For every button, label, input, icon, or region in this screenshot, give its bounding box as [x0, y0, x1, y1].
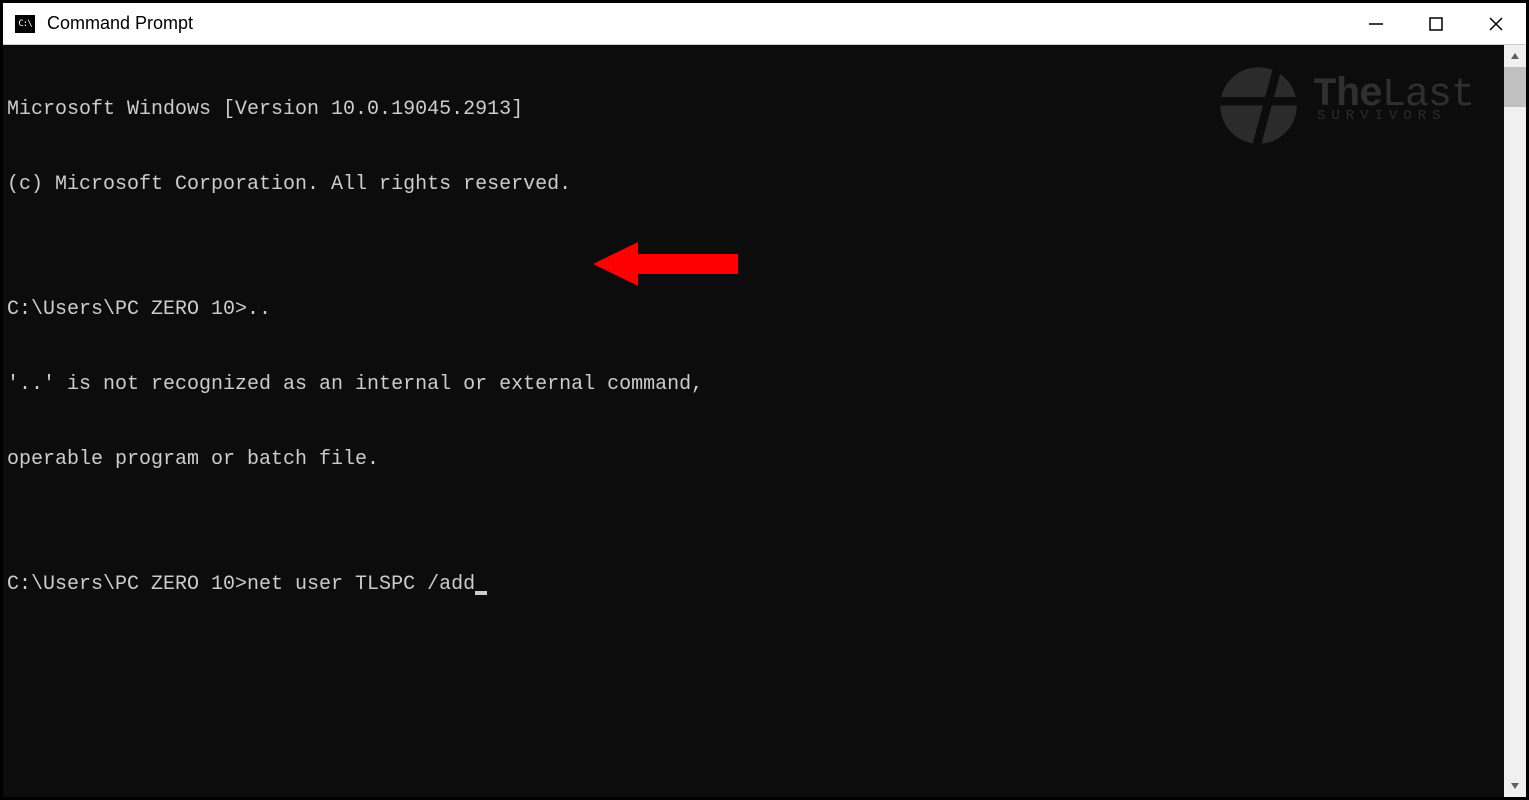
scroll-down-button[interactable]	[1504, 775, 1526, 797]
maximize-icon	[1429, 17, 1443, 31]
terminal-output[interactable]: Microsoft Windows [Version 10.0.19045.29…	[3, 45, 1504, 797]
close-icon	[1489, 17, 1503, 31]
red-arrow-annotation	[521, 212, 743, 325]
minimize-icon	[1369, 17, 1383, 31]
title-bar: C:\ Command Prompt	[3, 3, 1526, 45]
chevron-down-icon	[1510, 781, 1520, 791]
scroll-track[interactable]	[1504, 67, 1526, 775]
terminal-line: '..' is not recognized as an internal or…	[7, 372, 1500, 397]
maximize-button[interactable]	[1406, 3, 1466, 44]
terminal-container: Microsoft Windows [Version 10.0.19045.29…	[3, 45, 1526, 797]
terminal-line: operable program or batch file.	[7, 447, 1500, 472]
window-controls	[1346, 3, 1526, 44]
cmd-icon: C:\	[15, 15, 35, 33]
cmd-icon-text: C:\	[18, 19, 31, 29]
watermark-text: TheLast SURVIVORS	[1313, 83, 1474, 129]
watermark-logo: TheLast SURVIVORS	[1216, 63, 1474, 148]
minimize-button[interactable]	[1346, 3, 1406, 44]
terminal-current-line: C:\Users\PC ZERO 10>net user TLSPC /add	[7, 572, 1500, 597]
scroll-thumb[interactable]	[1504, 67, 1526, 107]
watermark-subtitle: SURVIVORS	[1317, 104, 1474, 129]
scroll-up-button[interactable]	[1504, 45, 1526, 67]
chevron-up-icon	[1510, 51, 1520, 61]
close-button[interactable]	[1466, 3, 1526, 44]
terminal-line: (c) Microsoft Corporation. All rights re…	[7, 172, 1500, 197]
terminal-line: C:\Users\PC ZERO 10>..	[7, 297, 1500, 322]
vertical-scrollbar[interactable]	[1504, 45, 1526, 797]
window-title: Command Prompt	[47, 13, 193, 34]
terminal-cursor	[475, 591, 487, 595]
watermark-icon	[1216, 63, 1301, 148]
terminal-command-text: C:\Users\PC ZERO 10>net user TLSPC /add	[7, 573, 475, 596]
